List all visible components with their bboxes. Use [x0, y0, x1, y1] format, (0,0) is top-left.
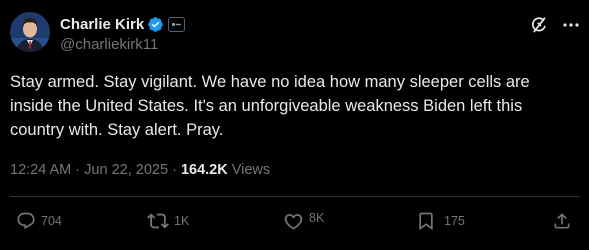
tweet-text-line: inside the United States. It's an unforg… [10, 97, 523, 115]
repost-icon [147, 213, 169, 229]
meta-separator: · [172, 162, 177, 178]
tweet-metadata: 12:24 AM · Jun 22, 2025 · 164.2K Views [10, 162, 270, 178]
like-button[interactable]: 8K [283, 209, 324, 233]
meta-separator: · [75, 162, 81, 178]
heart-icon [284, 213, 303, 230]
tweet-text: Stay armed. Stay vigilant. We have no id… [10, 70, 580, 142]
tweet-time[interactable]: 12:24 AM [10, 162, 71, 178]
author-name-row: Charlie Kirk [60, 14, 186, 34]
action-bar: 704 1K 8K 175 [0, 209, 589, 233]
more-options-icon[interactable] [562, 16, 580, 34]
tweet-date[interactable]: Jun 22, 2025 [84, 162, 168, 178]
verified-badge-icon [147, 16, 164, 33]
tweet-text-line: Stay armed. Stay vigilant. We have no id… [10, 73, 530, 91]
reply-button[interactable]: 704 [16, 209, 62, 233]
views-label: Views [231, 162, 271, 178]
author-display-name[interactable]: Charlie Kirk [60, 16, 144, 33]
grok-icon[interactable] [529, 15, 549, 35]
divider [10, 196, 580, 197]
author-handle[interactable]: @charliekirk11 [60, 36, 158, 53]
like-count: 8K [309, 211, 325, 225]
bookmark-count: 175 [444, 214, 465, 228]
avatar[interactable] [10, 12, 50, 52]
bookmark-button[interactable]: 175 [416, 209, 465, 233]
views-count: 164.2K [180, 162, 228, 178]
share-icon [554, 213, 570, 229]
reply-count: 704 [41, 214, 62, 228]
affiliation-badge-icon[interactable] [168, 16, 186, 32]
repost-button[interactable]: 1K [147, 209, 189, 233]
reply-icon [17, 212, 35, 230]
bookmark-icon [419, 212, 433, 231]
tweet-card: Charlie Kirk @charliekirk11 Stay armed. … [0, 0, 589, 250]
tweet-text-line: country with. Stay alert. Pray. [10, 121, 224, 139]
share-button[interactable] [552, 209, 572, 233]
repost-count: 1K [174, 214, 190, 228]
